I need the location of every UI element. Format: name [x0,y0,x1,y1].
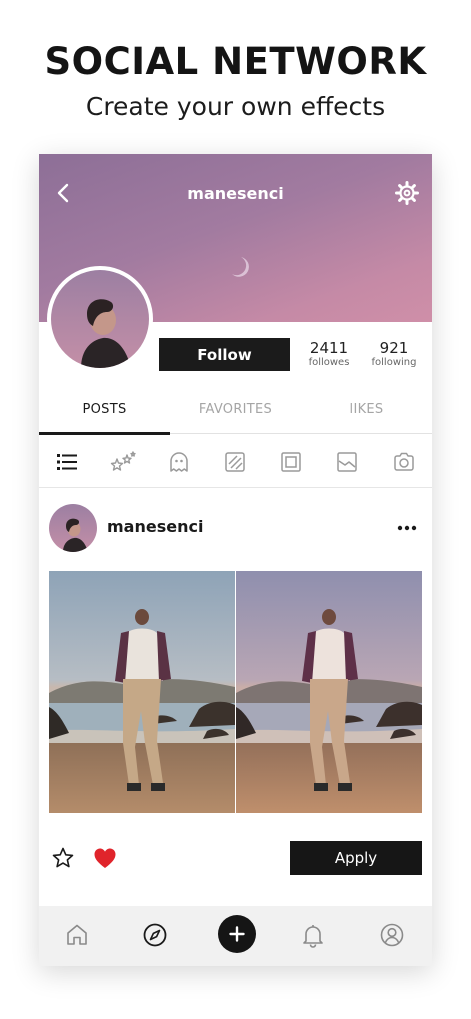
sparkles-icon[interactable] [109,450,137,474]
gear-icon[interactable] [394,180,420,206]
user-icon[interactable] [379,922,405,948]
more-icon[interactable] [392,518,422,538]
follow-button[interactable]: Follow [159,338,290,371]
post-photo-edited[interactable] [236,571,422,813]
heart-icon[interactable] [93,847,117,869]
promo-subtitle: Create your own effects [85,92,386,121]
moon-icon [232,257,249,277]
post-header: manesenci [49,504,422,552]
profile-username: manesenci [187,184,284,203]
tab-favorites[interactable]: FAVORITES [170,402,301,417]
profile-avatar[interactable] [47,266,153,372]
followers-label: followes [308,357,350,368]
apply-button[interactable]: Apply [290,841,422,875]
tab-likes[interactable]: lIKES [301,402,432,417]
bottom-nav [39,906,432,966]
bell-icon[interactable] [300,922,326,948]
promo-title: SOCIAL NETWORK [44,40,427,83]
home-icon[interactable] [64,922,90,948]
post-avatar[interactable] [49,504,97,552]
compass-icon[interactable] [142,922,168,948]
followers-count: 2411 [309,339,349,357]
post-username[interactable]: manesenci [107,517,203,536]
followers-stat[interactable]: 2411 followes [303,340,355,369]
ghost-icon[interactable] [167,450,191,474]
camera-icon[interactable] [392,450,416,474]
following-label: following [371,357,417,368]
pattern-icon[interactable] [223,450,247,474]
profile-tabs: POSTS FAVORITES lIKES [39,392,432,435]
following-count: 921 [379,339,409,357]
list-icon[interactable] [55,450,79,474]
active-tab-indicator [39,432,170,435]
landscape-icon[interactable] [335,450,359,474]
add-button[interactable] [218,915,256,953]
following-stat[interactable]: 921 following [364,340,424,369]
phone-screen: manesenci Follow 2411 followes 921 follo… [39,154,432,966]
filter-row [39,436,432,488]
frame-icon[interactable] [279,450,303,474]
tab-posts[interactable]: POSTS [39,402,170,417]
star-icon[interactable] [51,846,75,870]
add-icon [229,926,245,942]
post-photo-original[interactable] [49,571,235,813]
